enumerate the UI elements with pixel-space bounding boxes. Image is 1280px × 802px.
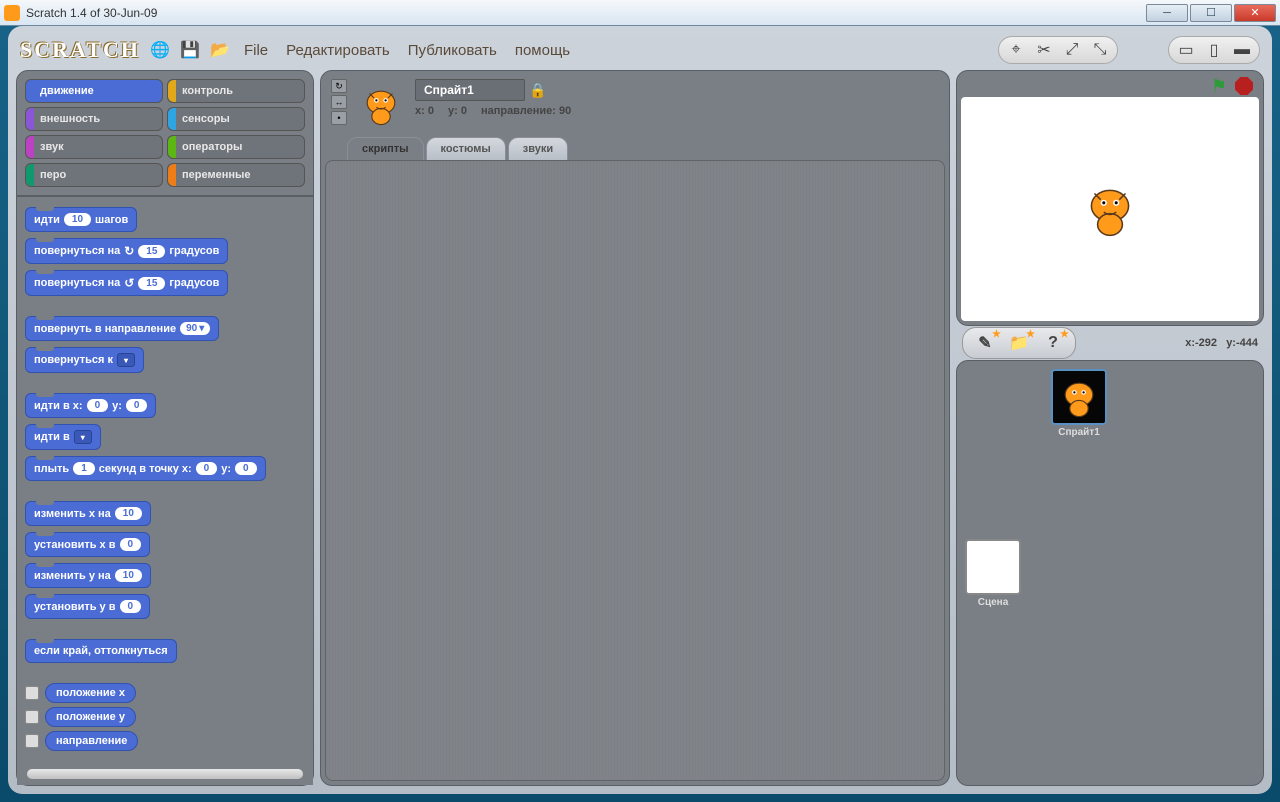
block-goto[interactable]: идти в▾ (25, 424, 101, 450)
sprite-header: ↻ ↔ • Спрайт1 🔒 x: 0 y: 0 направление: (321, 71, 949, 141)
category-motion[interactable]: движение (25, 79, 163, 103)
category-label: внешность (40, 113, 100, 125)
block-set-y[interactable]: установить y в0 (25, 594, 150, 619)
sprite-thumbnail (355, 79, 407, 131)
block-goto-xy[interactable]: идти в x:0y:0 (25, 393, 156, 418)
tab-scripts[interactable]: скрипты (347, 137, 424, 160)
window-titlebar: Scratch 1.4 of 30-Jun-09 ─ ☐ ✕ (0, 0, 1280, 26)
sprite-list-item[interactable]: Спрайт1 (1051, 369, 1107, 438)
save-icon[interactable]: 💾 (180, 40, 200, 60)
cut-icon[interactable]: ✂ (1033, 40, 1055, 60)
green-flag-button[interactable]: ⚑ (1211, 76, 1227, 97)
rotation-full-button[interactable]: ↻ (331, 79, 347, 93)
duplicate-icon[interactable]: ⌖ (1005, 40, 1027, 60)
small-stage-icon[interactable]: ▭ (1175, 40, 1197, 60)
sprite-list: Сцена Спрайт1 (956, 360, 1264, 786)
dropdown-icon[interactable]: ▾ (74, 430, 92, 444)
menu-share[interactable]: Публиковать (404, 40, 501, 61)
block-set-x[interactable]: установить x в0 (25, 532, 150, 557)
category-sensing[interactable]: сенсоры (167, 107, 305, 131)
stop-button[interactable] (1235, 77, 1253, 95)
block-move-steps[interactable]: идти10шагов (25, 207, 137, 232)
dropdown-icon[interactable]: ▾ (117, 353, 135, 367)
turn-ccw-icon: ↺ (124, 276, 134, 290)
scripts-area[interactable] (325, 160, 945, 781)
block-palette: идти10шагов повернуться на↻15градусов по… (17, 195, 313, 785)
grow-icon[interactable]: ⤢ (1061, 40, 1083, 60)
open-icon[interactable]: 📂 (210, 40, 230, 60)
coord-toolbar: ✎★ 📁★ ?★ x:-292 y:-444 (956, 332, 1264, 354)
reporter-ypos[interactable]: положение y (45, 707, 136, 727)
edit-tools-group: ⌖ ✂ ⤢ ⤡ (998, 36, 1118, 64)
category-control[interactable]: контроль (167, 79, 305, 103)
palette-scrollbar[interactable] (27, 769, 303, 779)
category-label: сенсоры (182, 113, 230, 125)
reporter-direction[interactable]: направление (45, 731, 138, 751)
stage-panel: ⚑ (956, 70, 1264, 326)
normal-stage-icon[interactable]: ▯ (1203, 40, 1225, 60)
view-mode-group: ▭ ▯ ▬ (1168, 36, 1260, 64)
tab-costumes[interactable]: костюмы (426, 137, 506, 160)
blocks-panel: движение контроль внешность сенсоры звук… (16, 70, 314, 786)
stage[interactable] (961, 97, 1259, 321)
block-point-towards[interactable]: повернуться к▾ (25, 347, 144, 373)
sprite-tabs: скрипты костюмы звуки (321, 137, 949, 160)
window-close-button[interactable]: ✕ (1234, 4, 1276, 22)
menu-file[interactable]: File (240, 40, 272, 61)
mouse-coords: x:-292 y:-444 (1185, 337, 1258, 349)
sprite-name-input[interactable]: Спрайт1 (415, 79, 525, 101)
checkbox-direction[interactable] (25, 734, 39, 748)
block-turn-cw[interactable]: повернуться на↻15градусов (25, 238, 228, 264)
scratch-logo: SCRATCH (20, 37, 140, 63)
category-variables[interactable]: переменные (167, 163, 305, 187)
reporter-xpos[interactable]: положение x (45, 683, 136, 703)
paint-sprite-button[interactable]: ✎★ (971, 331, 999, 355)
window-title: Scratch 1.4 of 30-Jun-09 (26, 6, 1146, 20)
rotation-leftright-button[interactable]: ↔ (331, 95, 347, 109)
category-label: звук (40, 141, 64, 153)
menubar: SCRATCH 🌐 💾 📂 File Редактировать Публико… (12, 30, 1268, 70)
rotation-none-button[interactable]: • (331, 111, 347, 125)
cat-sprite-on-stage[interactable] (1079, 178, 1141, 240)
cat-icon (358, 82, 404, 128)
checkbox-ypos[interactable] (25, 710, 39, 724)
app-icon (4, 5, 20, 21)
lock-icon[interactable]: 🔒 (529, 82, 546, 99)
stage-thumbnail (965, 539, 1021, 595)
sprite-thumbnail (1051, 369, 1107, 425)
block-bounce[interactable]: если край, оттолкнуться (25, 639, 177, 663)
checkbox-xpos[interactable] (25, 686, 39, 700)
category-operators[interactable]: операторы (167, 135, 305, 159)
language-icon[interactable]: 🌐 (150, 40, 170, 60)
category-sound[interactable]: звук (25, 135, 163, 159)
category-label: движение (40, 85, 94, 97)
surprise-sprite-button[interactable]: ?★ (1039, 331, 1067, 355)
turn-cw-icon: ↻ (124, 244, 134, 258)
scripts-panel: ↻ ↔ • Спрайт1 🔒 x: 0 y: 0 направление: (320, 70, 950, 786)
category-label: переменные (182, 169, 251, 181)
menu-help[interactable]: помощь (511, 40, 574, 61)
window-maximize-button[interactable]: ☐ (1190, 4, 1232, 22)
cat-icon (1056, 374, 1102, 420)
sprite-label: Спрайт1 (1058, 427, 1100, 438)
stage-thumbnail-item[interactable]: Сцена (965, 539, 1021, 608)
presentation-icon[interactable]: ▬ (1231, 40, 1253, 60)
category-label: перо (40, 169, 66, 181)
block-change-x[interactable]: изменить x на10 (25, 501, 151, 526)
tab-sounds[interactable]: звуки (508, 137, 568, 160)
category-label: операторы (182, 141, 242, 153)
choose-sprite-button[interactable]: 📁★ (1005, 331, 1033, 355)
block-glide[interactable]: плыть1секунд в точку x:0y:0 (25, 456, 266, 481)
category-looks[interactable]: внешность (25, 107, 163, 131)
shrink-icon[interactable]: ⤡ (1089, 40, 1111, 60)
block-change-y[interactable]: изменить y на10 (25, 563, 151, 588)
stage-label: Сцена (978, 597, 1009, 608)
block-point-direction[interactable]: повернуть в направление90▾ (25, 316, 219, 341)
category-grid: движение контроль внешность сенсоры звук… (17, 71, 313, 195)
block-turn-ccw[interactable]: повернуться на↺15градусов (25, 270, 228, 296)
category-pen[interactable]: перо (25, 163, 163, 187)
category-label: контроль (182, 85, 233, 97)
menu-edit[interactable]: Редактировать (282, 40, 394, 61)
window-minimize-button[interactable]: ─ (1146, 4, 1188, 22)
